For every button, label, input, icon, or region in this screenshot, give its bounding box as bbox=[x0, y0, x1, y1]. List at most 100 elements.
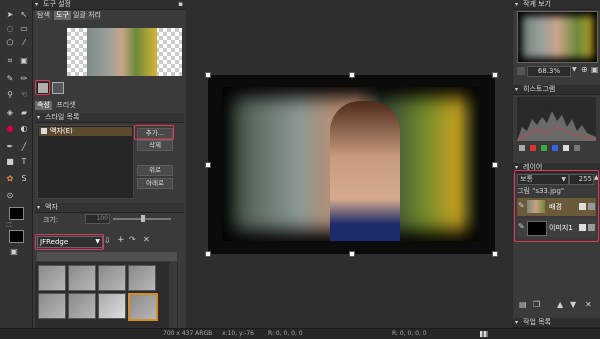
gallery-scrollbar[interactable] bbox=[169, 262, 177, 328]
zoom-chevron-icon[interactable]: ▼ bbox=[572, 66, 577, 73]
toolbox: ➤ ↖ ◌ ▭ ⬠ ⁄ ⌗ ▣ ✎ ✏ ⚲ ☜ ◈ ▰ ● ◐ ✒ ╱ ■ T … bbox=[0, 0, 33, 328]
frame-thumb[interactable] bbox=[38, 265, 66, 291]
histogram-graph bbox=[517, 111, 596, 141]
size-label: 크기: bbox=[43, 216, 59, 224]
resize-handle-mr[interactable] bbox=[492, 162, 498, 168]
eyedropper-icon[interactable]: ⊙ bbox=[5, 191, 15, 201]
brush-icon[interactable]: ✎ bbox=[5, 74, 15, 84]
histogram-channel-icons[interactable] bbox=[519, 145, 594, 153]
crop-icon[interactable]: ⌗ bbox=[5, 56, 15, 66]
style-item-label: 액자(E) bbox=[50, 127, 73, 135]
stamp-icon[interactable]: ⚲ bbox=[5, 90, 15, 100]
histogram-header: 히스토그램 bbox=[513, 85, 600, 95]
close-icon[interactable]: ✕ bbox=[143, 235, 150, 244]
portrait-figure bbox=[330, 101, 400, 241]
history-header: 작업 목록 bbox=[513, 318, 600, 328]
duplicate-layer-icon[interactable]: ❐ bbox=[533, 300, 540, 309]
swap-icon[interactable]: S bbox=[19, 174, 29, 184]
rect-select-icon[interactable]: ▭ bbox=[19, 24, 29, 34]
canvas-image[interactable] bbox=[208, 75, 495, 254]
frame-thumb[interactable] bbox=[98, 265, 126, 291]
pointer-icon[interactable]: ↖ bbox=[19, 10, 29, 20]
resize-handle-bl[interactable] bbox=[205, 251, 211, 257]
pen-icon[interactable]: ✒ bbox=[5, 142, 15, 152]
highlight-add-button bbox=[134, 125, 174, 140]
resize-handle-br[interactable] bbox=[492, 251, 498, 257]
tab-properties[interactable]: 속성 bbox=[35, 101, 52, 110]
tab-batch[interactable]: 일괄 처리 bbox=[73, 11, 101, 20]
add-icon[interactable]: + bbox=[117, 235, 125, 245]
foreground-color-swatch[interactable] bbox=[9, 207, 24, 220]
frame-thumb[interactable] bbox=[128, 265, 156, 291]
frame-thumb[interactable] bbox=[68, 293, 96, 319]
lasso-icon[interactable]: ◌ bbox=[5, 24, 15, 34]
shape-icon[interactable]: ■ bbox=[5, 157, 15, 167]
move-down-icon[interactable]: ▼ bbox=[570, 300, 576, 309]
reset-colors-icon[interactable]: ⬚ bbox=[4, 220, 14, 230]
delete-style-button[interactable]: 삭제 bbox=[137, 140, 173, 151]
panel-header: 도구 설정 bbox=[33, 0, 186, 10]
zoom-field[interactable]: 68.3% bbox=[527, 66, 571, 77]
new-layer-icon[interactable]: ▤ bbox=[519, 300, 527, 309]
color-wheel-icon[interactable]: ✿ bbox=[5, 174, 15, 184]
navigator-thumb[interactable] bbox=[517, 11, 598, 63]
highlight-mode-icon bbox=[35, 80, 50, 95]
list-item[interactable]: 액자(E) bbox=[39, 127, 132, 136]
filter-icon[interactable]: ⇩ bbox=[104, 236, 111, 245]
frame-thumb[interactable] bbox=[68, 265, 96, 291]
background-color-swatch[interactable] bbox=[9, 230, 24, 243]
smudge-icon[interactable]: ☜ bbox=[19, 90, 29, 100]
resize-handle-tl[interactable] bbox=[205, 72, 211, 78]
tool-settings-panel: 도구 설정 ▪ 탐색 도구 일괄 처리 속성 프리셋 스타일 목록 액자(E) … bbox=[33, 0, 186, 328]
resize-handle-ml[interactable] bbox=[205, 162, 211, 168]
move-down-button[interactable]: 아래로 bbox=[137, 178, 173, 189]
navigator-header: 작게 보기 bbox=[513, 0, 600, 10]
fill-icon[interactable]: ▰ bbox=[19, 108, 29, 118]
checkbox-icon[interactable] bbox=[41, 128, 47, 134]
frame-thumb[interactable] bbox=[38, 293, 66, 319]
delete-layer-icon[interactable]: ✕ bbox=[585, 300, 592, 309]
tool-preview bbox=[67, 28, 182, 76]
tab-tools[interactable]: 도구 bbox=[54, 11, 71, 20]
pencil-icon[interactable]: ✏ bbox=[19, 74, 29, 84]
resize-handle-tm[interactable] bbox=[349, 72, 355, 78]
highlight-frame-select bbox=[35, 234, 104, 250]
line-icon[interactable]: ╱ bbox=[19, 142, 29, 152]
frame-thumb-selected[interactable] bbox=[128, 293, 158, 321]
highlight-layers bbox=[514, 170, 599, 242]
status-bar: 700 x 437 ARGB x:10, y:-76 R: 0, 0, 0, 0… bbox=[0, 328, 600, 339]
select-arrow-icon[interactable]: ➤ bbox=[5, 10, 15, 20]
resize-handle-bm[interactable] bbox=[349, 251, 355, 257]
screen-mode-icon[interactable]: ▣ bbox=[9, 247, 19, 257]
zoom-in-icon[interactable]: ⊕ bbox=[581, 65, 588, 74]
fit-icon[interactable]: ▣ bbox=[591, 65, 599, 74]
style-list-header: 스타일 목록 bbox=[35, 113, 184, 123]
zoom-out-icon[interactable] bbox=[517, 67, 525, 75]
preview-photo bbox=[87, 28, 157, 76]
red-eye-icon[interactable]: ● bbox=[5, 124, 15, 134]
frame-thumb[interactable] bbox=[98, 293, 126, 319]
polygon-select-icon[interactable]: ⬠ bbox=[5, 38, 15, 48]
frame-section-header: 액자 bbox=[35, 203, 184, 213]
tab-presets[interactable]: 프리셋 bbox=[54, 101, 78, 110]
magic-wand-icon[interactable]: ⁄ bbox=[19, 38, 29, 48]
text-icon[interactable]: T bbox=[19, 157, 29, 167]
layer-toolbar: ▤ ❐ ▲ ▼ ✕ bbox=[517, 300, 596, 310]
canvas-area bbox=[187, 0, 512, 328]
size-slider-handle[interactable] bbox=[141, 215, 145, 222]
mode-rect-icon[interactable] bbox=[52, 82, 64, 94]
move-up-button[interactable]: 위로 bbox=[137, 165, 173, 176]
resize-handle-tr[interactable] bbox=[492, 72, 498, 78]
panel-close-icon[interactable]: ▪ bbox=[178, 0, 183, 8]
style-list: 액자(E) bbox=[37, 125, 134, 199]
tab-explore[interactable]: 탐색 bbox=[35, 11, 52, 20]
histogram-chart bbox=[517, 97, 596, 141]
gradient-icon[interactable]: ◐ bbox=[19, 124, 29, 134]
transform-icon[interactable]: ▣ bbox=[19, 56, 29, 66]
checker-icon bbox=[480, 331, 488, 337]
move-up-icon[interactable]: ▲ bbox=[557, 300, 563, 309]
frame-gallery bbox=[35, 262, 178, 328]
eraser-icon[interactable]: ◈ bbox=[5, 108, 15, 118]
undo-icon[interactable]: ↷ bbox=[129, 235, 136, 244]
size-input[interactable]: 100 bbox=[85, 214, 110, 224]
